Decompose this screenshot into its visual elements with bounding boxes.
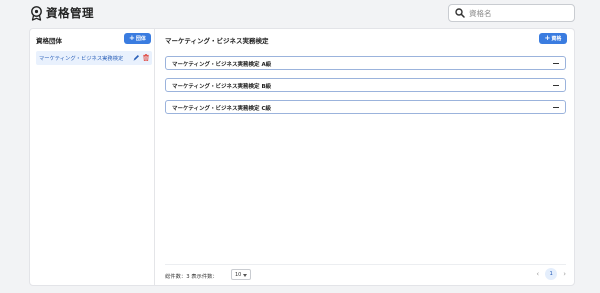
trash-icon[interactable] <box>143 54 149 61</box>
award-badge-icon <box>31 6 42 21</box>
minus-icon-glyph <box>553 63 559 64</box>
app-header: 資格管理 <box>0 0 600 28</box>
plus-icon: + <box>129 34 135 42</box>
minus-icon-glyph <box>553 85 559 86</box>
add-organization-button[interactable]: + 団体 <box>124 33 151 44</box>
minus-icon-glyph <box>553 107 559 108</box>
certification-pane-title: マーケティング・ビジネス実務検定 <box>165 37 269 45</box>
add-certification-label: 資格 <box>551 36 562 42</box>
page-size-select[interactable]: 10 <box>231 269 251 280</box>
add-certification-button[interactable]: + 資格 <box>539 33 567 44</box>
result-summary: 総件数：3 表示件数： <box>165 274 218 280</box>
chevron-right-icon[interactable]: › <box>563 270 566 278</box>
list-footer: 総件数：3 表示件数： 10 ‹ 1 › <box>165 264 566 282</box>
organization-pane: 資格団体 + 団体 マーケティング・ビジネス実務検定 <box>30 29 155 285</box>
search-icon <box>455 8 465 18</box>
add-organization-label: 団体 <box>135 36 146 42</box>
plus-icon: + <box>544 34 551 42</box>
page-number-current[interactable]: 1 <box>545 268 558 280</box>
certification-row[interactable]: マーケティング・ビジネス実務検定 C級 <box>165 100 566 114</box>
chevron-left-icon[interactable]: ‹ <box>536 270 539 278</box>
pagination: ‹ 1 › <box>536 268 566 280</box>
certification-label: マーケティング・ビジネス実務検定 A級 <box>172 62 272 68</box>
main-card: 資格団体 + 団体 マーケティング・ビジネス実務検定 マーケティング・ビジネス実… <box>29 28 575 286</box>
certification-row[interactable]: マーケティング・ビジネス実務検定 B級 <box>165 78 566 92</box>
organization-item[interactable]: マーケティング・ビジネス実務検定 <box>36 51 152 65</box>
search-input[interactable] <box>469 6 569 20</box>
certification-label: マーケティング・ビジネス実務検定 C級 <box>172 106 272 112</box>
page-title: 資格管理 <box>46 6 94 20</box>
chevron-down-icon <box>243 274 247 277</box>
search-box[interactable] <box>448 4 575 22</box>
certification-pane: マーケティング・ビジネス実務検定 + 資格 マーケティング・ビジネス実務検定 A… <box>155 29 575 285</box>
organization-pane-title: 資格団体 <box>36 37 62 45</box>
page-size-value: 10 <box>235 272 242 278</box>
organization-item-label: マーケティング・ビジネス実務検定 <box>39 56 124 62</box>
certification-row[interactable]: マーケティング・ビジネス実務検定 A級 <box>165 56 566 70</box>
certification-label: マーケティング・ビジネス実務検定 B級 <box>172 84 272 90</box>
pencil-icon[interactable] <box>133 54 140 61</box>
